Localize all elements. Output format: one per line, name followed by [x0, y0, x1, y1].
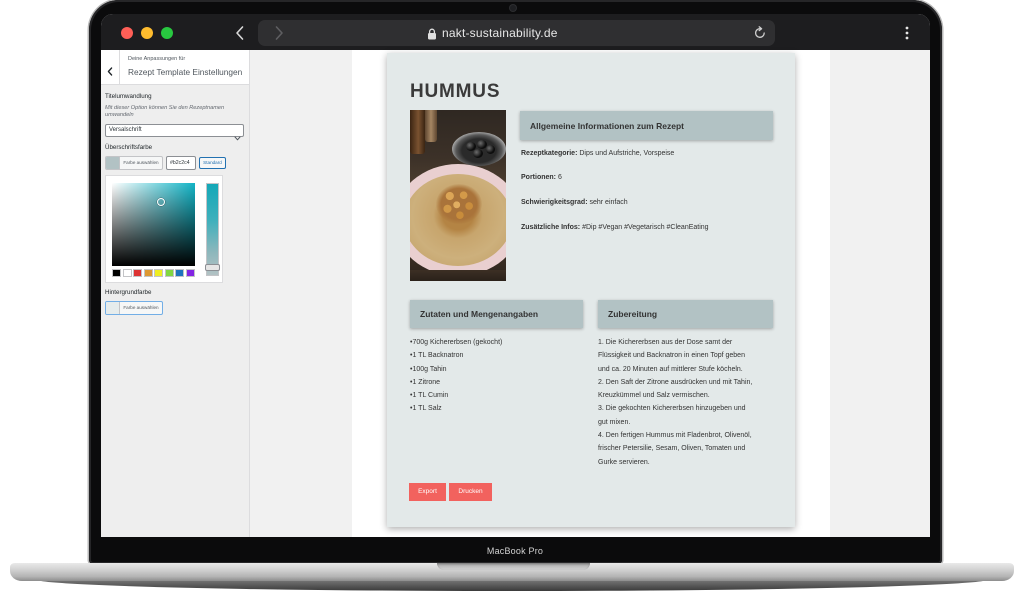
ingredient-item: 1 Zitrone [410, 376, 585, 389]
ingredient-item: 1 TL Backnatron [410, 349, 585, 362]
palette-swatch[interactable] [143, 269, 153, 277]
info-servings: Portionen: 6 [521, 171, 562, 185]
ingredient-item: 1 TL Salz [410, 402, 585, 415]
chevron-down-icon [234, 128, 241, 141]
title-transform-label: Titelumwandlung [105, 93, 152, 100]
preparation-line: und ca. 20 Minuten auf mittlerer Stufe k… [598, 365, 743, 373]
preparation-line: Kreuzkümmel und Salz vermischen. [598, 392, 710, 400]
background-color-label: Hintergrundfarbe [105, 289, 152, 296]
device-model-label: MacBook Pro [486, 546, 544, 556]
heading-color-hex-input[interactable]: #b2c2c4 [166, 156, 196, 170]
info-value: #Dip #Vegan #Vegetarisch #CleanEating [582, 224, 709, 231]
preview-area: HUMMUS Allgemeine Informationen zum Reze… [250, 50, 930, 537]
heading-color-swatch [106, 157, 120, 169]
info-category: Rezeptkategorie: Dips und Aufstriche, Vo… [521, 147, 674, 161]
color-picker-strip-slider[interactable] [205, 183, 220, 276]
preparation-line: gut mixen. [598, 418, 631, 426]
heading-color-hex-value: #b2c2c4 [170, 160, 190, 166]
preparation-line: frischer Petersilie, Sesam, Oliven, Toma… [598, 445, 746, 453]
lock-icon [427, 27, 437, 40]
customizer-subtitle: Deine Anpassungen für [128, 56, 186, 62]
chevron-left-icon[interactable] [234, 25, 246, 41]
info-value: sehr einfach [589, 199, 628, 206]
title-transform-select[interactable]: Versalschrift [105, 124, 244, 141]
olive-bowl [452, 132, 506, 166]
chevron-right-icon[interactable] [273, 25, 285, 41]
ingredients-list: 700g Kichererbsen (gekocht) 1 TL Backnat… [410, 336, 585, 416]
preparation-line: 4. Den fertigen Hummus mit Fladenbrot, O… [598, 432, 752, 440]
chevron-left-icon [107, 63, 113, 76]
customizer-header: Deine Anpassungen für Rezept Template Ei… [101, 50, 249, 85]
preparation-heading: Zubereitung [598, 300, 773, 328]
recipe-card: HUMMUS Allgemeine Informationen zum Reze… [387, 53, 795, 527]
heading-color-pick-label: Farbe auswählen [123, 160, 159, 165]
color-picker-saturation-square[interactable] [112, 183, 195, 266]
customizer-panel-title: Rezept Template Einstellungen [128, 67, 243, 77]
preparation-line: 3. Die gekochten Kichererbsen hinzugeben… [598, 405, 746, 413]
preparation-text: 1. Die Kichererbsen aus der Dose samt de… [598, 336, 788, 469]
recipe-title: HUMMUS [410, 81, 501, 102]
reload-icon[interactable] [753, 26, 767, 40]
color-palette [112, 269, 196, 277]
info-heading: Allgemeine Informationen zum Rezept [520, 111, 773, 140]
background-color-pick-button[interactable]: Farbe auswählen [105, 301, 163, 315]
palette-swatch[interactable] [154, 269, 163, 277]
info-difficulty: Schwierigkeitsgrad: sehr einfach [521, 196, 628, 210]
preparation-line: 2. Den Saft der Zitrone ausdrücken und m… [598, 378, 753, 386]
export-button[interactable]: Export [409, 483, 446, 501]
background-color-swatch [106, 302, 120, 314]
info-value: Dips und Aufstriche, Vorspeise [579, 150, 675, 157]
zoom-window-button[interactable] [161, 27, 173, 39]
camera-dot [510, 5, 516, 11]
info-key: Schwierigkeitsgrad: [521, 199, 588, 206]
palette-swatch[interactable] [122, 269, 132, 277]
preparation-line: Gurke servieren. [598, 458, 650, 466]
chickpea-topping [436, 184, 482, 224]
info-value: 6 [557, 174, 562, 181]
ingredient-item: 100g Tahin [410, 363, 585, 376]
palette-swatch[interactable] [164, 269, 174, 277]
info-key: Rezeptkategorie: [521, 150, 578, 157]
preparation-line: Flüssigkeit und Backnatron in einen Topf… [598, 352, 745, 360]
page-content: Deine Anpassungen für Rezept Template Ei… [101, 50, 930, 537]
info-tags: Zusätzliche Infos: #Dip #Vegan #Vegetari… [521, 221, 709, 235]
palette-swatch[interactable] [133, 269, 142, 277]
ingredient-item: 1 TL Cumin [410, 389, 585, 402]
customizer-sidebar: Deine Anpassungen für Rezept Template Ei… [101, 50, 250, 537]
url-text[interactable]: nakt-sustainability.de [442, 26, 558, 40]
wooden-table [410, 270, 506, 281]
close-window-button[interactable] [121, 27, 133, 39]
recipe-image [410, 110, 506, 281]
title-transform-selected-value: Versalschrift [109, 127, 142, 133]
info-key: Zusätzliche Infos: [521, 224, 581, 231]
ingredient-item: 700g Kichererbsen (gekocht) [410, 336, 585, 349]
ingredients-heading: Zutaten und Mengenangaben [410, 300, 583, 328]
customizer-back-button[interactable] [101, 50, 120, 85]
browser-window: nakt-sustainability.de Deine Anpassungen… [101, 14, 930, 537]
print-button[interactable]: Drucken [449, 483, 492, 501]
preparation-line: 1. Die Kichererbsen aus der Dose samt de… [598, 339, 733, 346]
info-key: Portionen: [521, 174, 556, 181]
palette-swatch[interactable] [112, 269, 121, 277]
heading-color-pick-button[interactable]: Farbe auswählen [105, 156, 163, 170]
laptop-lid-notch [437, 563, 590, 570]
color-picker-marker[interactable] [157, 198, 165, 206]
title-transform-description: Mit dieser Option können Sie den Rezeptn… [105, 105, 225, 118]
background-color-pick-label: Farbe auswählen [123, 305, 159, 310]
oil-bottle [410, 110, 425, 154]
heading-color-default-label: Standard [203, 160, 222, 165]
minimize-window-button[interactable] [141, 27, 153, 39]
heading-color-label: Überschriftsfarbe [105, 144, 153, 151]
heading-color-default-button[interactable]: Standard [199, 157, 226, 169]
palette-swatch[interactable] [175, 269, 184, 277]
spice-jar [425, 110, 437, 142]
palette-swatch[interactable] [185, 269, 195, 277]
more-vertical-icon[interactable] [904, 25, 910, 41]
color-picker [105, 175, 223, 283]
color-picker-strip-handle[interactable] [205, 264, 220, 271]
browser-toolbar: nakt-sustainability.de [101, 14, 930, 50]
address-bar[interactable]: nakt-sustainability.de [258, 20, 775, 46]
